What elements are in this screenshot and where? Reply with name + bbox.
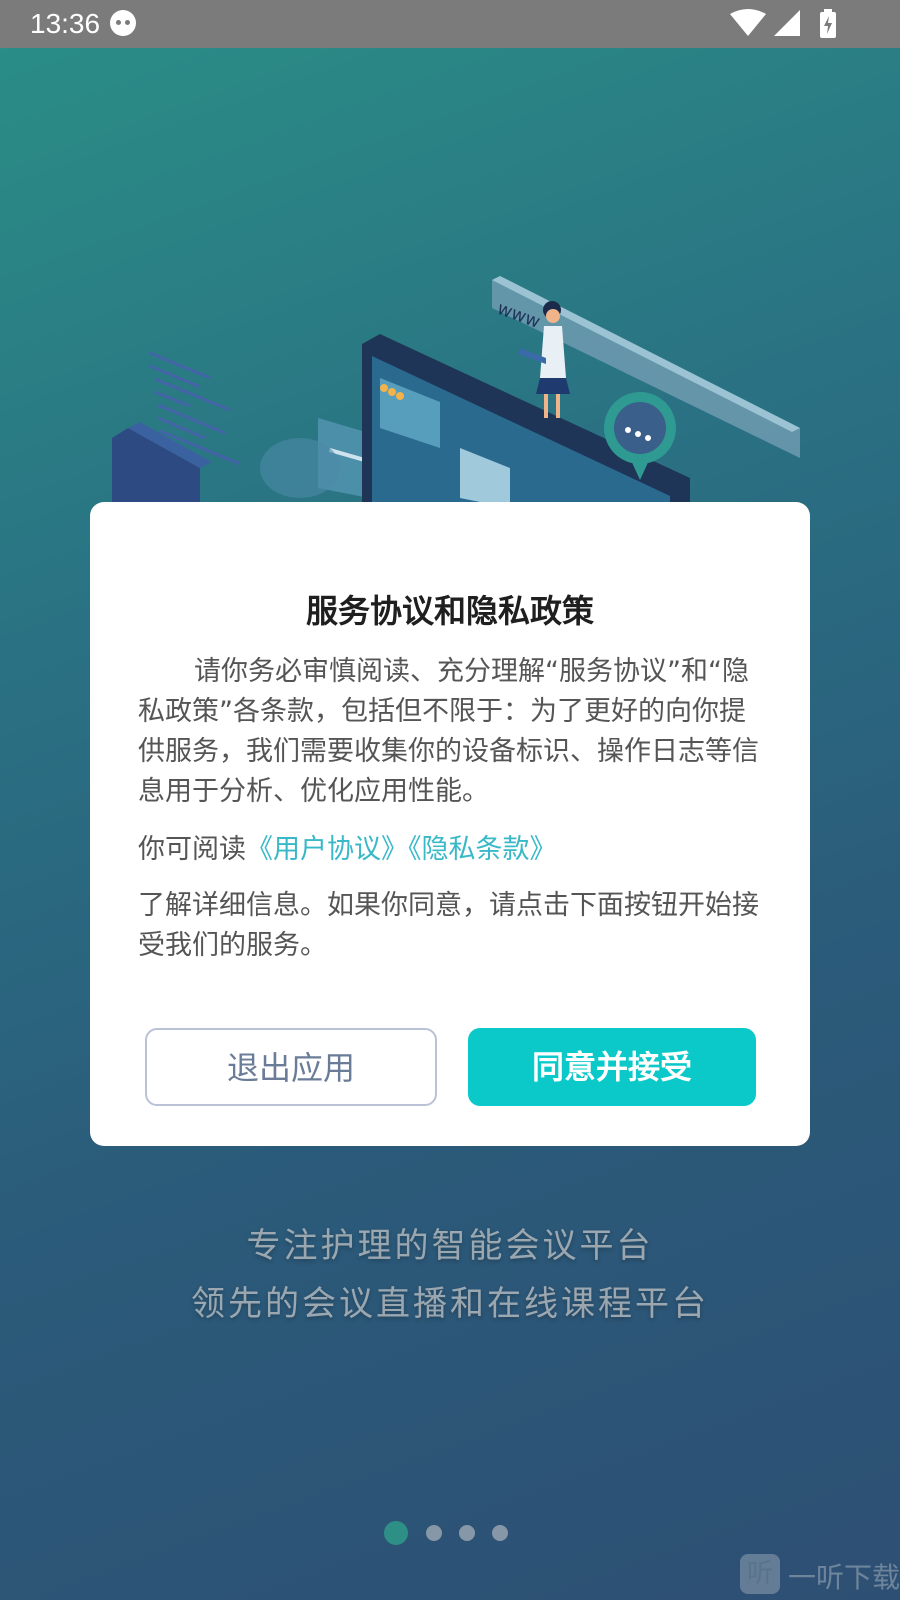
page-dot-4 bbox=[492, 1525, 508, 1541]
slogan-line-1: 专注护理的智能会议平台 bbox=[246, 1226, 654, 1266]
status-time: 13:36 bbox=[30, 8, 101, 39]
cellular-signal-icon bbox=[774, 10, 800, 36]
user-agreement-link[interactable]: 《用户协议》 bbox=[246, 834, 408, 865]
watermark: 听 一听下载 bbox=[740, 1550, 900, 1600]
wifi-icon bbox=[730, 9, 766, 36]
page-dot-2 bbox=[426, 1525, 442, 1541]
exit-app-button[interactable]: 退出应用 bbox=[145, 1028, 437, 1106]
dialog-body: 请你务必审慎阅读、充分理解“服务协议”和“隐私政策”各条款，包括但不限于：为了更… bbox=[138, 652, 766, 966]
agree-accept-button[interactable]: 同意并接受 bbox=[468, 1028, 756, 1106]
status-icons bbox=[730, 9, 836, 38]
dialog-title: 服务协议和隐私政策 bbox=[305, 592, 594, 630]
privacy-terms-link[interactable]: 《隐私条款》 bbox=[408, 834, 557, 865]
status-bar: 13:36 bbox=[0, 0, 900, 48]
page-dot-3 bbox=[459, 1525, 475, 1541]
watermark-logo-icon: 听 bbox=[740, 1554, 780, 1594]
header-illustration: www bbox=[112, 276, 800, 508]
battery-charging-icon bbox=[820, 9, 836, 38]
dialog-paragraph-1: 请你务必审慎阅读、充分理解“服务协议”和“隐私政策”各条款，包括但不限于：为了更… bbox=[138, 656, 759, 807]
privacy-dialog: 服务协议和隐私政策 请你务必审慎阅读、充分理解“服务协议”和“隐私政策”各条款，… bbox=[90, 502, 810, 1146]
slogan-line-2: 领先的会议直播和在线课程平台 bbox=[191, 1284, 709, 1324]
watermark-text: 一听下载 bbox=[788, 1561, 900, 1594]
read-prefix-text: 你可阅读 bbox=[138, 834, 246, 865]
screen: 13:36 www 专注护理的智能会议平台 领先的会议直播和在线课程平台 听 一… bbox=[0, 0, 900, 1600]
notification-app-icon bbox=[110, 10, 136, 36]
dialog-paragraph-3: 了解详细信息。如果你同意，请点击下面按钮开始接受我们的服务。 bbox=[138, 890, 759, 961]
page-dot-1 bbox=[384, 1521, 408, 1545]
dialog-paragraph-2: 你可阅读《用户协议》《隐私条款》 bbox=[138, 830, 766, 870]
